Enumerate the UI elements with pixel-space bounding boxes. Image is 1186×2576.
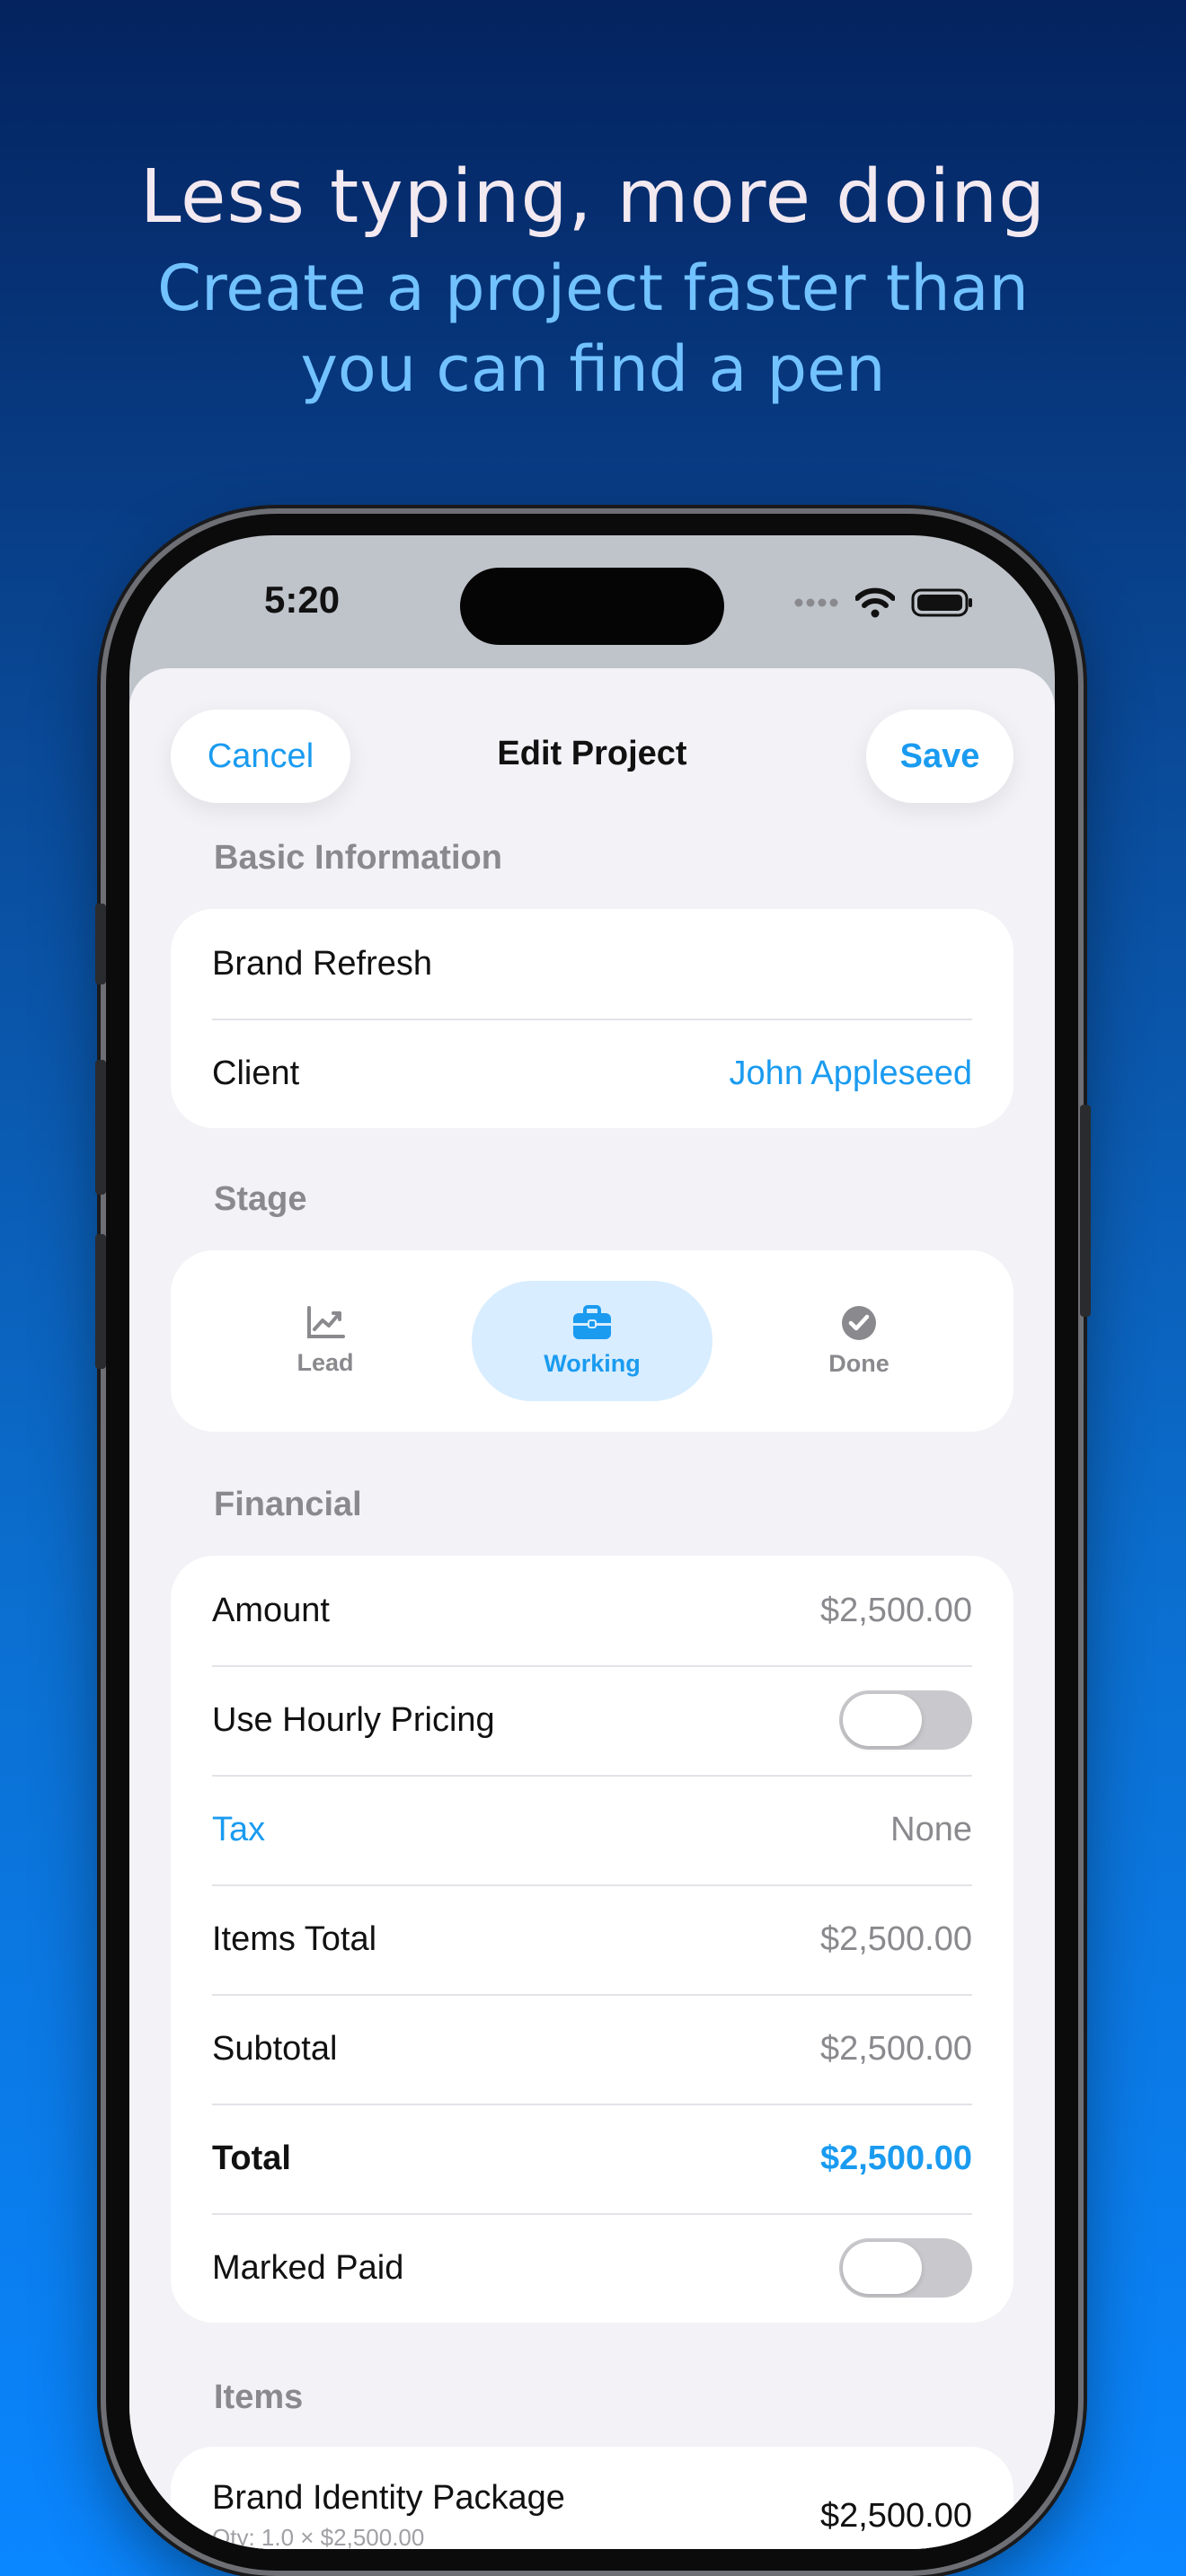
- checkmark-circle-icon: [842, 1305, 876, 1340]
- section-label-items: Items: [214, 2378, 304, 2416]
- total-row: Total $2,500.00: [212, 2104, 972, 2215]
- save-button[interactable]: Save: [866, 710, 1013, 803]
- status-time: 5:20: [264, 578, 341, 621]
- amount-row[interactable]: Amount $2,500.00: [212, 1556, 972, 1667]
- marked-paid-toggle[interactable]: [839, 2238, 972, 2298]
- items-total-row: Items Total $2,500.00: [212, 1884, 972, 1996]
- subtotal-value: $2,500.00: [819, 2029, 972, 2068]
- basic-info-card: Brand Refresh Client John Appleseed: [171, 909, 1013, 1128]
- items-card: Brand Identity Package Qty: 1.0 × $2,500…: [171, 2447, 1013, 2549]
- stage-option-working-label: Working: [544, 1349, 641, 1377]
- tax-value: None: [890, 1810, 972, 1848]
- stage-picker: Lead Working Done: [171, 1250, 1013, 1432]
- phone-action-button: [95, 904, 106, 984]
- total-label: Total: [212, 2139, 291, 2177]
- items-total-label: Items Total: [212, 1919, 377, 1958]
- tax-label: Tax: [212, 1810, 266, 1848]
- item-name: Brand Identity Package: [212, 2479, 565, 2517]
- hourly-pricing-toggle[interactable]: [839, 1690, 972, 1750]
- stage-option-done-label: Done: [828, 1349, 890, 1377]
- marked-paid-row: Marked Paid: [212, 2213, 972, 2323]
- edit-project-sheet: Cancel Edit Project Save Basic Informati…: [129, 668, 1055, 2549]
- tax-row[interactable]: Tax None: [212, 1775, 972, 1886]
- item-detail: Qty: 1.0 × $2,500.00: [212, 2524, 425, 2549]
- battery-icon: [911, 588, 972, 617]
- marked-paid-label: Marked Paid: [212, 2248, 404, 2287]
- amount-label: Amount: [212, 1591, 330, 1629]
- chart-line-icon: [307, 1305, 345, 1338]
- section-label-financial: Financial: [214, 1486, 362, 1523]
- items-total-value: $2,500.00: [819, 1919, 972, 1958]
- subtotal-label: Subtotal: [212, 2029, 338, 2068]
- stage-option-lead[interactable]: Lead: [205, 1281, 446, 1401]
- phone-volume-up-button: [95, 1060, 106, 1195]
- total-value: $2,500.00: [819, 2139, 972, 2177]
- item-price: $2,500.00: [819, 2497, 972, 2535]
- marketing-headline: Less typing, more doing: [139, 154, 1047, 240]
- section-label-basic-information: Basic Information: [214, 839, 502, 877]
- client-label: Client: [212, 1054, 300, 1092]
- section-label-stage: Stage: [214, 1180, 307, 1218]
- client-row[interactable]: Client John Appleseed: [212, 1019, 972, 1128]
- toggle-knob: [843, 1694, 922, 1746]
- phone-volume-down-button: [95, 1234, 106, 1369]
- wifi-icon: [855, 587, 895, 618]
- hourly-pricing-label: Use Hourly Pricing: [212, 1700, 495, 1739]
- financial-card: Amount $2,500.00 Use Hourly Pricing Tax …: [171, 1556, 1013, 2323]
- project-name-value: Brand Refresh: [212, 944, 433, 983]
- phone-screen: 5:20 Cancel Edit Project Save Basic Info…: [129, 535, 1055, 2549]
- list-item[interactable]: Brand Identity Package Qty: 1.0 × $2,500…: [212, 2447, 972, 2549]
- stage-option-done[interactable]: Done: [739, 1281, 979, 1401]
- hourly-pricing-row: Use Hourly Pricing: [212, 1665, 972, 1777]
- marketing-subhead-line-2: you can find a pen: [300, 332, 886, 406]
- toggle-knob: [843, 2242, 922, 2294]
- amount-value: $2,500.00: [819, 1591, 972, 1629]
- client-value: John Appleseed: [729, 1054, 972, 1092]
- stage-option-working[interactable]: Working: [472, 1281, 712, 1401]
- project-name-field[interactable]: Brand Refresh: [212, 909, 972, 1020]
- cellular-dots-icon: [794, 598, 838, 607]
- phone-power-button: [1080, 1105, 1091, 1317]
- marketing-subhead: Create a project faster than you can fin…: [0, 248, 1186, 410]
- status-icons: [794, 587, 974, 618]
- marketing-subhead-line-1: Create a project faster than: [157, 251, 1029, 325]
- briefcase-icon: [573, 1304, 611, 1339]
- subtotal-row: Subtotal $2,500.00: [212, 1994, 972, 2105]
- stage-option-lead-label: Lead: [296, 1348, 354, 1376]
- dynamic-island: [460, 568, 724, 645]
